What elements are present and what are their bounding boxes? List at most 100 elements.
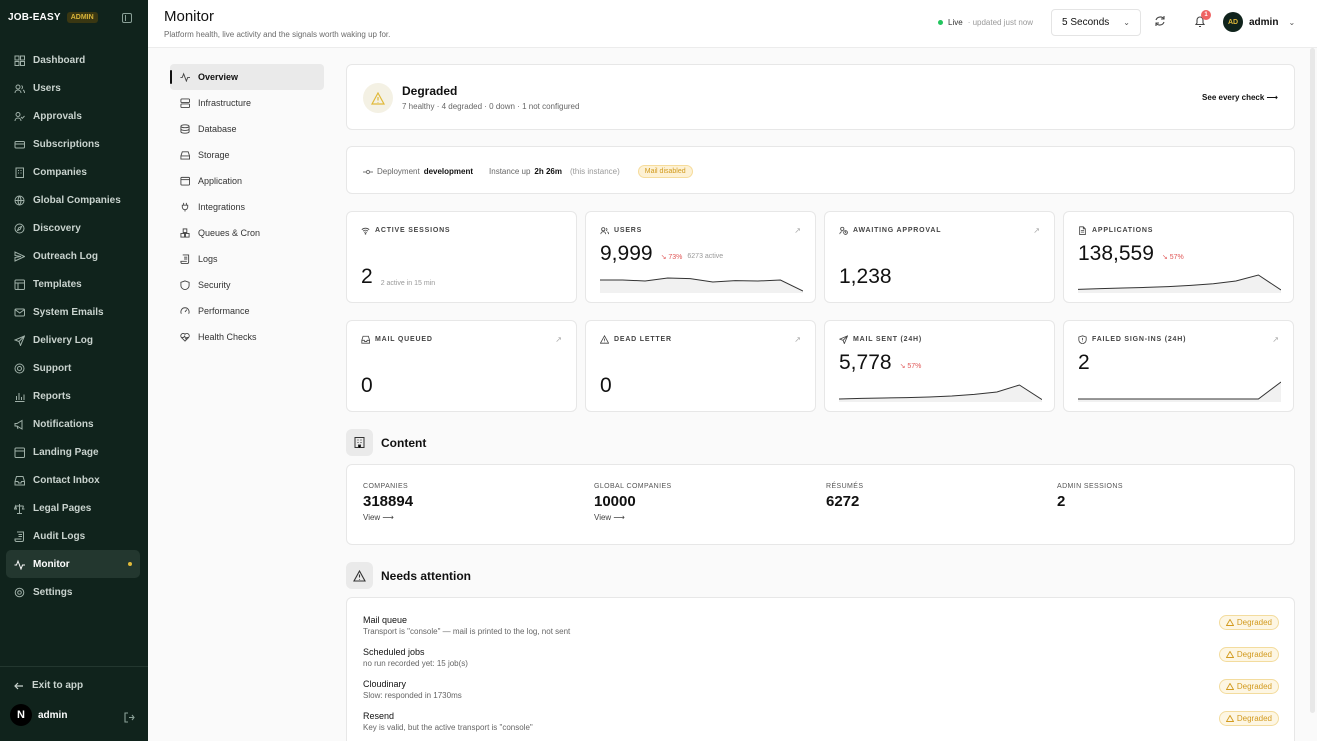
sidebar-item-label: Notifications (33, 418, 94, 430)
monitor-subnav: Overview Infrastructure Database Storage App… (170, 64, 324, 350)
attention-name: Resend (363, 711, 395, 721)
sidebar-item-reports[interactable]: Reports (6, 382, 140, 410)
gear-icon (14, 587, 25, 597)
wifi-icon (361, 227, 370, 235)
sidebar-item-delivery-log[interactable]: Delivery Log (6, 326, 140, 354)
send-icon (14, 334, 25, 346)
metric-change: ↘ 73% (660, 254, 683, 261)
exit-to-app-link[interactable]: Exit to app (14, 680, 83, 691)
sidebar-item-dashboard[interactable]: Dashboard (6, 46, 140, 74)
sidebar-user[interactable]: N admin (10, 704, 67, 726)
sidebar-item-contact-inbox[interactable]: Contact Inbox (6, 466, 140, 494)
arrow-up-right-icon[interactable]: ↗ (555, 335, 562, 344)
metric-label-text: USERS (614, 227, 643, 234)
logout-icon[interactable] (124, 712, 135, 723)
sidebar-item-settings[interactable]: Settings (6, 578, 140, 606)
globe-icon (14, 195, 25, 205)
avatar: N (10, 704, 32, 726)
metric-card-failed-sign-ins-24h[interactable]: FAILED SIGN-INS (24H) ↗ 2 (1063, 320, 1294, 412)
credit-card-icon (14, 139, 25, 150)
content-stat-label: COMPANIES (363, 483, 409, 490)
attention-row[interactable]: Scheduled jobs no run recorded yet: 15 j… (363, 647, 1279, 677)
mail-disabled-badge: Mail disabled (637, 165, 693, 178)
subnav-item-logs[interactable]: Logs (170, 246, 324, 272)
attention-row[interactable]: Mail queue Transport is "console" — mail… (363, 615, 1279, 645)
sidebar-item-users[interactable]: Users (6, 74, 140, 102)
sidebar-item-label: Support (33, 362, 72, 374)
sidebar-item-notifications[interactable]: Notifications (6, 410, 140, 438)
metric-card-applications[interactable]: APPLICATIONS 138,559 ↘ 57% (1063, 211, 1294, 303)
page-subtitle: Platform health, live activity and the s… (164, 30, 391, 39)
arrow-up-right-icon[interactable]: ↗ (1272, 335, 1279, 344)
collapse-sidebar-icon[interactable] (122, 13, 132, 23)
subnav-item-queues-cron[interactable]: Queues & Cron (170, 220, 324, 246)
sidebar-item-discovery[interactable]: Discovery (6, 214, 140, 242)
subnav-item-label: Health Checks (198, 332, 257, 342)
sidebar-item-landing-page[interactable]: Landing Page (6, 438, 140, 466)
sidebar-nav: Dashboard Users Approvals Subscriptions … (6, 46, 140, 606)
metric-card-users[interactable]: USERS ↗ 9,999 ↘ 73% 6273 active (585, 211, 816, 303)
sidebar-item-system-emails[interactable]: System Emails (6, 298, 140, 326)
uptime-label: Instance up (489, 167, 531, 176)
view-link[interactable]: View ⟶ (594, 513, 672, 522)
subnav-item-overview[interactable]: Overview (170, 64, 324, 90)
alert-triangle-icon (600, 335, 609, 344)
sidebar-item-companies[interactable]: Companies (6, 158, 140, 186)
attention-row[interactable]: Resend Key is valid, but the active tran… (363, 711, 1279, 741)
refresh-interval-select[interactable]: 5 Seconds ⌄ (1051, 9, 1141, 36)
metric-value: 0 (361, 374, 373, 397)
subnav-item-infrastructure[interactable]: Infrastructure (170, 90, 324, 116)
sidebar-item-templates[interactable]: Templates (6, 270, 140, 298)
inbox-icon (14, 475, 25, 486)
brand[interactable]: JOB-EASY ADMIN (8, 12, 98, 23)
activity-icon (14, 559, 25, 570)
chevron-down-icon: ⌄ (1288, 17, 1296, 27)
sidebar-item-subscriptions[interactable]: Subscriptions (6, 130, 140, 158)
sidebar-item-support[interactable]: Support (6, 354, 140, 382)
sidebar-item-label: Global Companies (33, 194, 121, 206)
credit-card-icon (14, 140, 25, 148)
subnav-item-performance[interactable]: Performance (170, 298, 324, 324)
sidebar-item-monitor[interactable]: Monitor (6, 550, 140, 578)
arrow-up-right-icon[interactable]: ↗ (1033, 226, 1040, 235)
user-menu[interactable]: AD admin ⌄ (1223, 12, 1295, 32)
mail-icon (14, 308, 25, 316)
metric-card-mail-sent-24h[interactable]: MAIL SENT (24H) 5,778 ↘ 57% (824, 320, 1055, 412)
warning-icon (363, 83, 393, 113)
logs-icon (180, 254, 190, 264)
metric-card-mail-queued[interactable]: MAIL QUEUED ↗ 0 (346, 320, 577, 412)
sidebar-user-name: admin (38, 709, 68, 721)
page-scrollbar[interactable] (1310, 48, 1315, 713)
subnav-item-database[interactable]: Database (170, 116, 324, 142)
sidebar-item-outreach-log[interactable]: Outreach Log (6, 242, 140, 270)
subnav-item-storage[interactable]: Storage (170, 142, 324, 168)
sparkline (600, 277, 803, 293)
content-stat-label: RÉSUMÉS (826, 483, 864, 490)
sidebar-item-global-companies[interactable]: Global Companies (6, 186, 140, 214)
sidebar-item-audit-logs[interactable]: Audit Logs (6, 522, 140, 550)
metric-card-active-sessions[interactable]: ACTIVE SESSIONS 2 2 active in 15 min (346, 211, 577, 303)
notification-badge: 1 (1201, 10, 1211, 20)
metric-card-awaiting-approval[interactable]: AWAITING APPROVAL ↗ 1,238 (824, 211, 1055, 303)
subnav-item-integrations[interactable]: Integrations (170, 194, 324, 220)
globe-icon (14, 195, 25, 206)
content-card: COMPANIES 318894 View ⟶ GLOBAL COMPANIES 1… (346, 464, 1295, 545)
metric-change: ↘ 57% (1161, 254, 1184, 261)
subnav-item-health-checks[interactable]: Health Checks (170, 324, 324, 350)
sidebar-item-legal-pages[interactable]: Legal Pages (6, 494, 140, 522)
grid-icon (14, 55, 25, 66)
arrow-up-right-icon[interactable]: ↗ (794, 226, 801, 235)
subnav-item-application[interactable]: Application (170, 168, 324, 194)
see-every-check-link[interactable]: See every check ⟶ (1202, 93, 1278, 102)
scale-icon (14, 503, 25, 514)
attention-row[interactable]: Cloudinary Slow: responded in 1730ms Deg… (363, 679, 1279, 709)
arrow-up-right-icon[interactable]: ↗ (794, 335, 801, 344)
view-link[interactable]: View ⟶ (363, 513, 413, 522)
megaphone-icon (14, 419, 25, 430)
refresh-icon[interactable] (1154, 15, 1166, 27)
lifebuoy-icon (14, 363, 25, 373)
subnav-item-security[interactable]: Security (170, 272, 324, 298)
sidebar-item-approvals[interactable]: Approvals (6, 102, 140, 130)
metric-card-dead-letter[interactable]: DEAD LETTER ↗ 0 (585, 320, 816, 412)
sidebar-item-label: Delivery Log (33, 334, 94, 346)
